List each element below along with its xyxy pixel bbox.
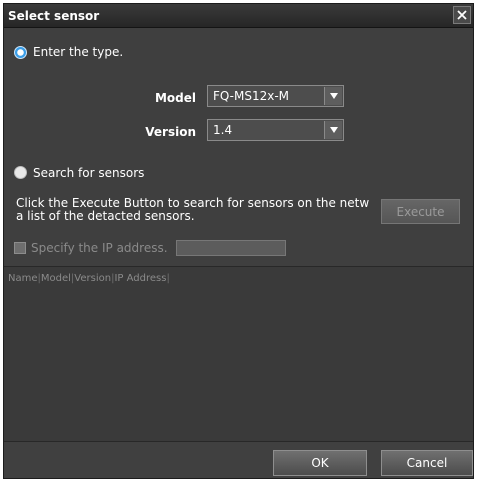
search-description-line1: Click the Execute Button to search for s… — [16, 196, 370, 210]
model-dropdown[interactable]: FQ-MS12x-M — [207, 85, 344, 107]
column-version[interactable]: Version — [74, 273, 111, 284]
model-label: Model — [154, 91, 196, 105]
model-value: FQ-MS12x-M — [213, 89, 290, 103]
close-icon — [457, 10, 467, 20]
triangle-down-icon — [329, 127, 338, 133]
model-dropdown-arrow[interactable] — [324, 87, 342, 105]
title-bar: Select sensor — [4, 4, 473, 28]
execute-button[interactable]: Execute — [381, 199, 460, 224]
version-value: 1.4 — [213, 123, 233, 137]
close-button[interactable] — [453, 6, 471, 24]
ok-button[interactable]: OK — [273, 450, 367, 476]
search-sensors-label: Search for sensors — [33, 166, 145, 180]
specify-ip-label: Specify the IP address. — [31, 241, 168, 255]
enter-type-label: Enter the type. — [33, 45, 124, 59]
version-label: Version — [145, 125, 196, 139]
search-sensors-radio[interactable] — [14, 166, 27, 179]
column-ip-address[interactable]: IP Address — [114, 273, 166, 284]
version-dropdown[interactable]: 1.4 — [207, 119, 344, 141]
select-sensor-dialog: Select sensor Enter the type. Model FQ-M… — [3, 3, 474, 479]
ip-address-field[interactable] — [176, 240, 286, 256]
specify-ip-checkbox[interactable] — [14, 242, 26, 254]
enter-type-radio[interactable] — [14, 46, 27, 59]
triangle-down-icon — [329, 93, 338, 99]
sensor-list[interactable]: Name|Model|Version|IP Address| — [4, 266, 473, 442]
column-name[interactable]: Name — [8, 273, 38, 284]
version-dropdown-arrow[interactable] — [324, 121, 342, 139]
dialog-footer: OK Cancel — [4, 442, 473, 478]
sensor-list-header: Name|Model|Version|IP Address| — [8, 273, 170, 284]
cancel-button[interactable]: Cancel — [381, 450, 473, 476]
search-description-line2: a list of the detacted sensors. — [16, 209, 195, 223]
dialog-title: Select sensor — [8, 9, 100, 23]
column-model[interactable]: Model — [41, 273, 71, 284]
